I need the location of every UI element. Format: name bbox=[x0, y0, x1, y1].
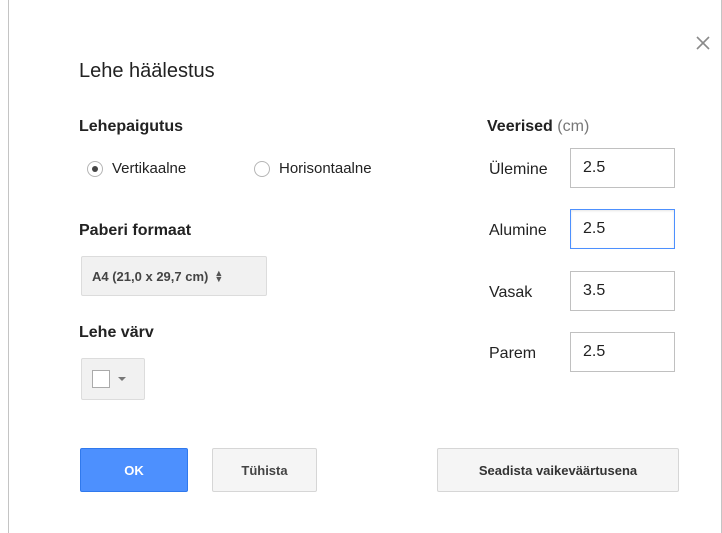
chevron-down-icon bbox=[118, 377, 126, 381]
set-default-button[interactable]: Seadista vaikeväärtusena bbox=[437, 448, 679, 492]
radio-horizontal-icon[interactable] bbox=[254, 160, 270, 177]
paper-size-label: Paberi formaat bbox=[79, 222, 192, 239]
updown-arrows-icon: ▲ ▼ bbox=[214, 268, 224, 284]
paper-size-select[interactable]: A4 (21,0 x 29,7 cm) ▲ ▼ bbox=[81, 256, 267, 296]
radio-vertical-icon[interactable] bbox=[87, 160, 103, 177]
cancel-button[interactable]: Tühista bbox=[212, 448, 317, 492]
margin-bottom-label: Alumine bbox=[489, 222, 547, 239]
radio-horizontal[interactable]: Horisontaalne bbox=[254, 160, 372, 177]
margins-label: Veerised bbox=[487, 118, 553, 135]
margins-title: Veerised (cm) bbox=[487, 118, 589, 136]
paper-size-value: A4 (21,0 x 29,7 cm) bbox=[92, 268, 209, 284]
page-color-button[interactable] bbox=[81, 358, 145, 400]
orientation-label: Lehepaigutus bbox=[79, 118, 184, 135]
margin-left-input[interactable] bbox=[570, 271, 675, 311]
margin-left-label: Vasak bbox=[489, 284, 533, 301]
page-color-label: Lehe värv bbox=[79, 324, 154, 341]
radio-horizontal-label: Horisontaalne bbox=[279, 160, 372, 177]
margin-top-label: Ülemine bbox=[489, 161, 548, 178]
page-setup-dialog: Lehe häälestus Lehepaigutus Vertikaalne … bbox=[8, 0, 722, 533]
radio-vertical-label: Vertikaalne bbox=[112, 160, 187, 177]
close-icon[interactable] bbox=[692, 32, 714, 54]
margin-right-input[interactable] bbox=[570, 332, 675, 372]
color-swatch bbox=[92, 370, 110, 388]
margin-top-input[interactable] bbox=[570, 148, 675, 188]
dialog-title: Lehe häälestus bbox=[79, 60, 215, 82]
margin-right-label: Parem bbox=[489, 345, 537, 362]
ok-button[interactable]: OK bbox=[80, 448, 188, 492]
radio-vertical[interactable]: Vertikaalne bbox=[87, 160, 186, 177]
margin-bottom-input[interactable] bbox=[570, 209, 675, 249]
margins-unit: (cm) bbox=[557, 118, 590, 135]
